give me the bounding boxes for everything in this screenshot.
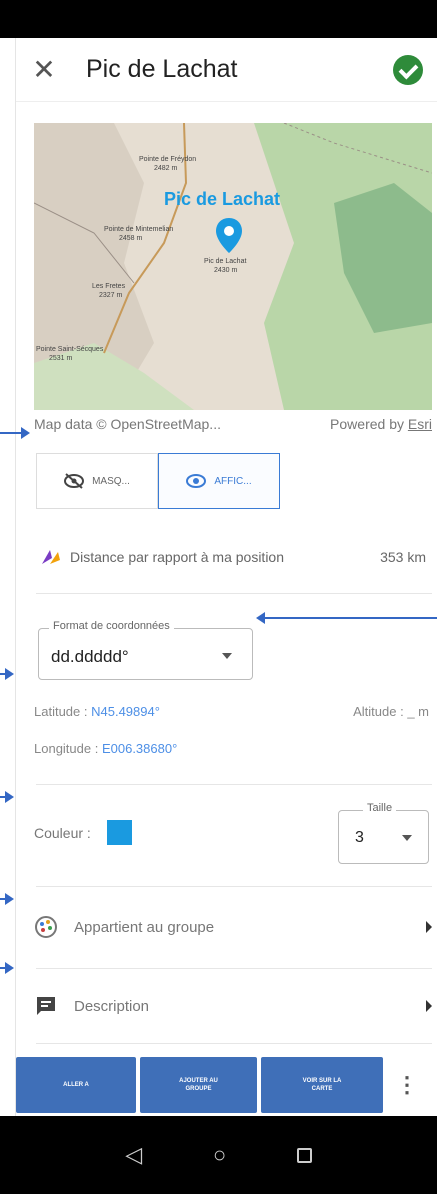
map-label: 2482 m [154, 165, 178, 172]
size-select[interactable]: Taille 3 [338, 802, 429, 864]
app-bar: ✕ Pic de Lachat [16, 38, 437, 102]
latitude-row: Latitude : N45.49894° [34, 704, 160, 719]
divider [36, 784, 432, 785]
size-legend: Taille [363, 802, 397, 814]
map-attribution: Map data © OpenStreetMap... [34, 416, 221, 432]
description-row[interactable]: Description [34, 982, 432, 1030]
map-label: Pointe de Mintemelian [104, 226, 173, 233]
system-nav-bar: ◁ ○ [0, 1116, 437, 1194]
map-marker-title: Pic de Lachat [164, 189, 280, 209]
altitude-text: Altitude : _ m [353, 704, 429, 719]
annotation-arrow [0, 893, 14, 905]
divider [36, 968, 432, 969]
color-swatch[interactable] [106, 820, 132, 845]
latitude-value: N45.49894° [91, 704, 160, 719]
app-window: ✕ Pic de Lachat Pic de Lachat Pointe de … [16, 38, 437, 1116]
screen: ✕ Pic de Lachat Pic de Lachat Pointe de … [0, 0, 437, 1194]
eye-off-icon [64, 473, 85, 489]
chevron-down-icon [402, 835, 412, 841]
more-options-icon[interactable]: ⋮ [387, 1057, 427, 1113]
map-label: 2327 m [99, 292, 123, 299]
recents-icon[interactable] [296, 1147, 312, 1163]
map-label: 2531 m [49, 355, 73, 362]
divider [36, 1043, 432, 1044]
compass-arrow-icon [42, 550, 60, 564]
distance-label: Distance par rapport à ma position [70, 549, 284, 565]
group-row[interactable]: Appartient au groupe [34, 903, 432, 951]
home-icon[interactable]: ○ [213, 1142, 226, 1168]
page-title: Pic de Lachat [86, 55, 238, 83]
color-row: Couleur : [34, 820, 132, 845]
distance-value: 353 km [380, 549, 426, 565]
distance-row: Distance par rapport à ma position 353 k… [40, 548, 426, 566]
annotation-arrow [0, 791, 14, 803]
map-label: Pic de Lachat [204, 258, 246, 265]
group-label: Appartient au groupe [74, 918, 215, 936]
map-powered-by: Powered by Esri [330, 416, 432, 432]
map-label: Pointe de Fréydon [139, 156, 196, 163]
map-label: 2430 m [214, 267, 238, 274]
chevron-down-icon [222, 653, 232, 659]
map-label: Pointe Saint-Sécques [36, 346, 104, 353]
map-label: 2458 m [119, 235, 143, 242]
annotation-arrow [256, 612, 437, 624]
size-value: 3 [355, 829, 364, 846]
divider [36, 886, 432, 887]
longitude-value: E006.38680° [101, 741, 178, 756]
goto-button[interactable]: ALLER A [16, 1057, 136, 1113]
annotation-arrow [0, 668, 14, 680]
color-label: Couleur : [34, 824, 91, 841]
annotation-arrow [0, 427, 30, 439]
longitude-row: Longitude : E006.38680° [34, 741, 177, 756]
close-icon[interactable]: ✕ [16, 38, 72, 102]
hide-button-label: MASQ... [92, 475, 130, 487]
map-graphic: Pic de Lachat Pointe de Fréydon 2482 m P… [34, 123, 432, 410]
map-preview[interactable]: Pic de Lachat Pointe de Fréydon 2482 m P… [34, 123, 432, 410]
show-button[interactable]: AFFIC... [158, 453, 280, 509]
comment-icon [37, 997, 55, 1015]
coordinate-format-select[interactable]: Format de coordonnées dd.ddddd° [38, 620, 253, 680]
chevron-right-icon [426, 1000, 432, 1012]
hide-button[interactable]: MASQ... [36, 453, 158, 509]
coordinate-format-value: dd.ddddd° [51, 647, 129, 666]
map-credits: Map data © OpenStreetMap... Powered by E… [34, 416, 432, 432]
chevron-right-icon [426, 921, 432, 933]
confirm-check-icon[interactable] [393, 54, 423, 85]
latitude-label: Latitude : [34, 704, 92, 719]
map-label: Les Fretes [92, 283, 126, 290]
status-bar [0, 0, 437, 38]
back-icon[interactable]: ◁ [125, 1142, 142, 1168]
show-button-label: AFFIC... [214, 475, 252, 487]
view-on-map-button[interactable]: VOIR SUR LA CARTE [261, 1057, 383, 1113]
action-bar: ALLER A AJOUTER AU GROUPE VOIR SUR LA CA… [16, 1057, 437, 1113]
description-label: Description [74, 997, 150, 1015]
visibility-toggle: MASQ... AFFIC... [36, 453, 280, 509]
coordinate-format-legend: Format de coordonnées [49, 620, 174, 632]
eye-icon [186, 474, 207, 488]
powered-by-text: Powered by [330, 416, 408, 432]
longitude-label: Longitude : [34, 741, 102, 756]
group-palette-icon [35, 916, 57, 938]
annotation-arrow [0, 962, 14, 974]
esri-link[interactable]: Esri [408, 416, 432, 432]
add-to-group-button[interactable]: AJOUTER AU GROUPE [140, 1057, 257, 1113]
divider [36, 593, 432, 594]
